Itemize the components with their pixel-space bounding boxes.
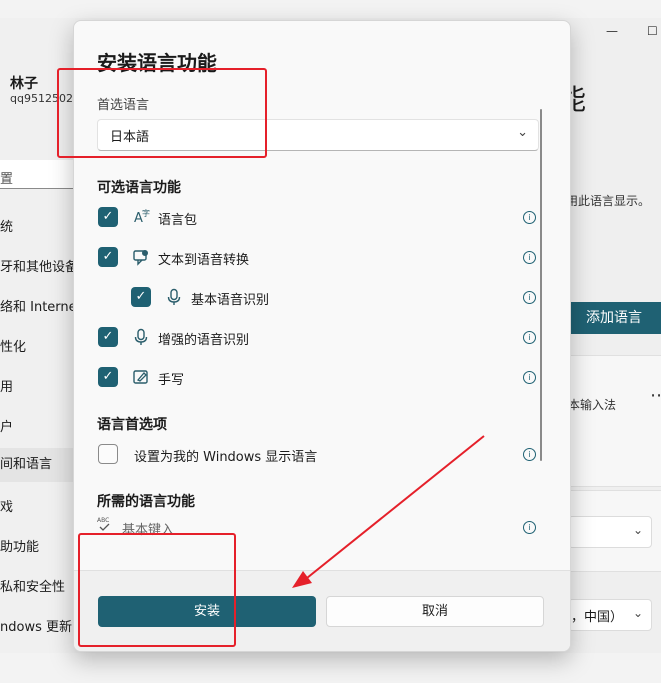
annotation-arrow: [292, 435, 485, 588]
